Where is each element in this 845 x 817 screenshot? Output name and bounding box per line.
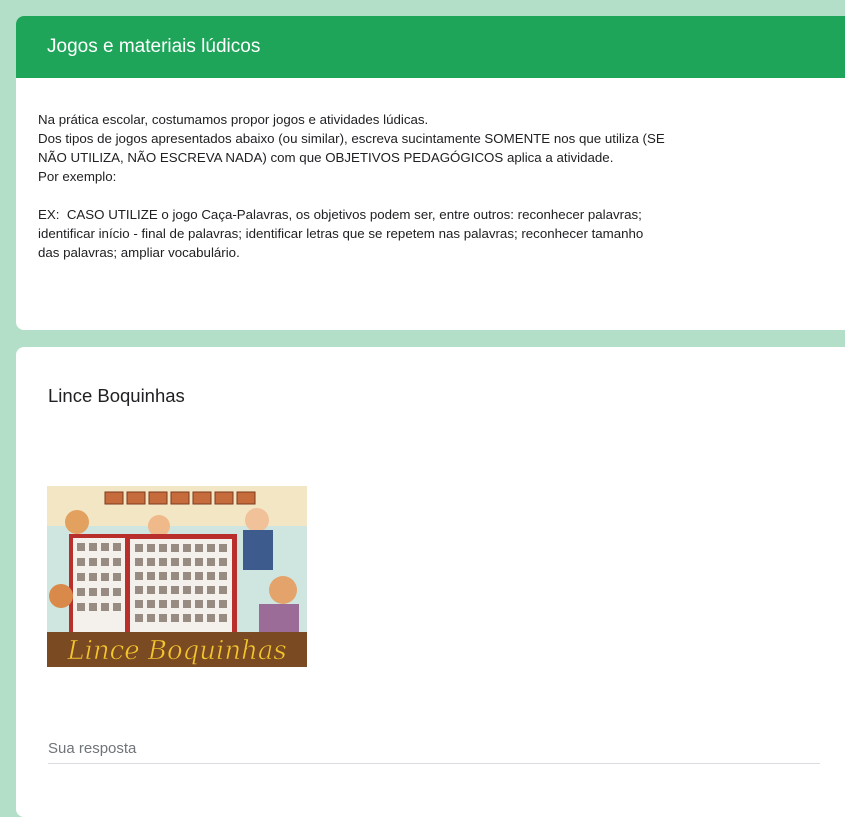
description-line: NÃO UTILIZA, NÃO ESCREVA NADA) com que O…: [38, 150, 614, 165]
answer-field[interactable]: [48, 725, 820, 767]
question-image: Lince Boquinhas: [47, 486, 307, 667]
answer-input[interactable]: [48, 725, 820, 767]
lince-boquinhas-illustration: Lince Boquinhas: [47, 486, 307, 667]
description-line: Na prática escolar, costumamos propor jo…: [38, 112, 429, 127]
description-line: Dos tipos de jogos apresentados abaixo (…: [38, 131, 665, 146]
question-card: Lince Boquinhas Lince Boquinhas Sua resp…: [16, 347, 845, 817]
section-card: Jogos e materiais lúdicos Na prática esc…: [16, 16, 845, 330]
description-line: identificar início - final de palavras; …: [38, 226, 644, 241]
description-line: EX: CASO UTILIZE o jogo Caça-Palavras, o…: [38, 207, 642, 222]
description-line: das palavras; ampliar vocabulário.: [38, 245, 240, 260]
section-title: Jogos e materiais lúdicos: [47, 36, 261, 57]
question-title: Lince Boquinhas: [48, 385, 185, 406]
description-line: Por exemplo:: [38, 169, 117, 184]
image-title-text: Lince Boquinhas: [66, 636, 286, 666]
section-description: Na prática escolar, costumamos propor jo…: [16, 78, 845, 262]
section-header: Jogos e materiais lúdicos: [16, 16, 845, 78]
